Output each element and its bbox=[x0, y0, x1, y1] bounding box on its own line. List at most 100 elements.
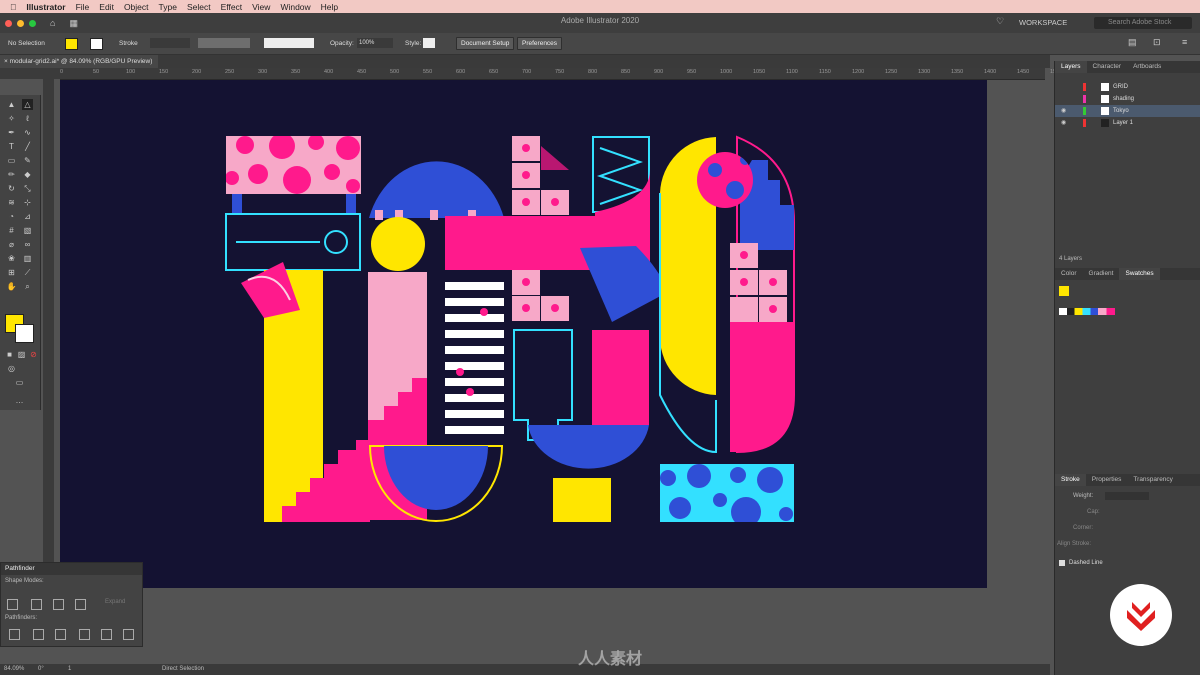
menu-type[interactable]: Type bbox=[159, 2, 177, 12]
zoom-level[interactable]: 84.09% bbox=[4, 666, 24, 672]
maximize-window-button[interactable] bbox=[29, 19, 36, 27]
ruler-origin[interactable] bbox=[0, 68, 60, 79]
opacity-field[interactable]: 100% bbox=[357, 38, 393, 48]
artboard-tool-icon[interactable]: ⊞ bbox=[6, 267, 17, 278]
brush-definition[interactable] bbox=[264, 38, 314, 48]
scale-icon[interactable]: ⤡ bbox=[22, 183, 33, 194]
artboard-number[interactable]: 1 bbox=[68, 666, 71, 672]
eye-icon[interactable]: ◉ bbox=[1061, 105, 1066, 117]
eyedropper-icon[interactable]: ⌀ bbox=[6, 239, 17, 250]
tab-properties[interactable]: Properties bbox=[1086, 474, 1128, 486]
tab-artboards[interactable]: Artboards bbox=[1127, 61, 1167, 73]
horizontal-ruler[interactable]: 0 50 100 150 200 250 300 350 400 450 500 550 600 650 7… bbox=[60, 68, 1062, 80]
gradient-icon[interactable]: ▧ bbox=[22, 225, 33, 236]
divide-icon[interactable] bbox=[9, 629, 20, 640]
slice-icon[interactable]: ⟋ bbox=[22, 267, 33, 278]
rotation-view[interactable]: 0° bbox=[38, 666, 44, 672]
swatch-row[interactable] bbox=[1059, 308, 1115, 315]
minus-back-icon[interactable] bbox=[123, 629, 134, 640]
expand-button[interactable]: Expand bbox=[105, 599, 125, 605]
menu-select[interactable]: Select bbox=[187, 2, 211, 12]
tokyo-artwork[interactable] bbox=[60, 80, 987, 588]
workspace-switcher[interactable]: WORKSPACE bbox=[1019, 18, 1067, 27]
pen-tool-icon[interactable]: ✒ bbox=[6, 127, 17, 138]
minus-front-icon[interactable] bbox=[31, 599, 42, 610]
none-mode-icon[interactable]: ⊘ bbox=[28, 349, 39, 360]
layer-row-selected[interactable]: ◉ Tokyo bbox=[1055, 105, 1200, 117]
lightbulb-icon[interactable]: ♡ bbox=[996, 16, 1004, 27]
menu-object[interactable]: Object bbox=[124, 2, 149, 12]
magic-wand-icon[interactable]: ✧ bbox=[6, 113, 17, 124]
symbol-sprayer-icon[interactable]: ❀ bbox=[6, 253, 17, 264]
menu-edit[interactable]: Edit bbox=[99, 2, 114, 12]
menu-help[interactable]: Help bbox=[321, 2, 338, 12]
rectangle-tool-icon[interactable]: ▭ bbox=[6, 155, 17, 166]
minimize-window-button[interactable] bbox=[17, 19, 24, 27]
letter-o-right[interactable] bbox=[659, 135, 795, 527]
menu-effect[interactable]: Effect bbox=[221, 2, 243, 12]
stroke-swatch[interactable] bbox=[90, 38, 103, 50]
layer-row[interactable]: GRID bbox=[1055, 81, 1200, 93]
tab-character[interactable]: Character bbox=[1087, 61, 1128, 73]
home-icon[interactable]: ⌂ bbox=[50, 18, 55, 28]
pencil-icon[interactable]: ✏ bbox=[6, 169, 17, 180]
warp-icon[interactable]: ≋ bbox=[6, 197, 17, 208]
mesh-icon[interactable]: # bbox=[6, 225, 17, 236]
stroke-color-icon[interactable] bbox=[15, 324, 34, 343]
outline-icon[interactable] bbox=[101, 629, 112, 640]
close-window-button[interactable] bbox=[5, 19, 12, 27]
direct-selection-tool-icon[interactable]: △ bbox=[22, 99, 33, 110]
lasso-icon[interactable]: ℓ bbox=[22, 113, 33, 124]
variable-width-profile[interactable] bbox=[198, 38, 250, 48]
blend-icon[interactable]: ∞ bbox=[22, 239, 33, 250]
layer-row[interactable]: shading bbox=[1055, 93, 1200, 105]
tab-swatches[interactable]: Swatches bbox=[1119, 268, 1160, 280]
tab-gradient[interactable]: Gradient bbox=[1083, 268, 1120, 280]
tab-transparency[interactable]: Transparency bbox=[1127, 474, 1179, 486]
intersect-icon[interactable] bbox=[53, 599, 64, 610]
type-tool-icon[interactable]: T bbox=[6, 141, 17, 152]
more-tools-icon[interactable]: … bbox=[14, 395, 25, 406]
fill-swatch[interactable] bbox=[65, 38, 78, 50]
vertical-ruler[interactable] bbox=[43, 79, 54, 639]
zoom-icon[interactable]: ⌕ bbox=[22, 281, 33, 292]
rotate-icon[interactable]: ↻ bbox=[6, 183, 17, 194]
line-tool-icon[interactable]: ╱ bbox=[22, 141, 33, 152]
app-menu[interactable]: Illustrator bbox=[26, 2, 65, 12]
graphic-style-swatch[interactable] bbox=[423, 38, 435, 48]
transform-icon[interactable]: ⊡ bbox=[1153, 37, 1161, 48]
graph-icon[interactable]: ▥ bbox=[22, 253, 33, 264]
menu-window[interactable]: Window bbox=[280, 2, 310, 12]
stroke-weight-input[interactable] bbox=[1105, 492, 1149, 500]
stroke-weight-field[interactable] bbox=[150, 38, 190, 48]
perspective-grid-icon[interactable]: ⊿ bbox=[22, 211, 33, 222]
merge-icon[interactable] bbox=[55, 629, 66, 640]
active-fill-swatch[interactable] bbox=[1059, 286, 1069, 296]
stock-search-input[interactable]: Search Adobe Stock bbox=[1094, 17, 1192, 29]
free-transform-icon[interactable]: ⊹ bbox=[22, 197, 33, 208]
eye-icon[interactable]: ◉ bbox=[1061, 117, 1066, 129]
draw-mode-icon[interactable]: ◎ bbox=[6, 363, 17, 374]
panel-menu-icon[interactable]: ≡ bbox=[1182, 37, 1187, 47]
color-mode-icon[interactable]: ■ bbox=[4, 349, 15, 360]
gradient-mode-icon[interactable]: ▨ bbox=[16, 349, 27, 360]
close-icon[interactable]: × bbox=[4, 58, 8, 65]
menu-file[interactable]: File bbox=[76, 2, 90, 12]
apple-icon[interactable]:  bbox=[10, 2, 16, 12]
menu-view[interactable]: View bbox=[252, 2, 270, 12]
arrange-documents-icon[interactable]: ▦ bbox=[69, 18, 78, 29]
preferences-button[interactable]: Preferences bbox=[517, 37, 563, 50]
hand-icon[interactable]: ✋ bbox=[6, 281, 17, 292]
paintbrush-icon[interactable]: ✎ bbox=[22, 155, 33, 166]
tab-color[interactable]: Color bbox=[1055, 268, 1083, 280]
document-tab[interactable]: × modular-grid2.ai* @ 84.09% (RGB/GPU Pr… bbox=[0, 55, 158, 68]
layer-row[interactable]: ◉ Layer 1 bbox=[1055, 117, 1200, 129]
dashed-line-checkbox[interactable] bbox=[1059, 560, 1065, 566]
selection-tool-icon[interactable]: ▲ bbox=[6, 99, 17, 110]
tab-stroke[interactable]: Stroke bbox=[1055, 474, 1086, 486]
unite-icon[interactable] bbox=[7, 599, 18, 610]
trim-icon[interactable] bbox=[33, 629, 44, 640]
eraser-icon[interactable]: ◆ bbox=[22, 169, 33, 180]
align-icon[interactable]: ▤ bbox=[1128, 37, 1137, 48]
screen-mode-icon[interactable]: ▭ bbox=[14, 377, 25, 388]
